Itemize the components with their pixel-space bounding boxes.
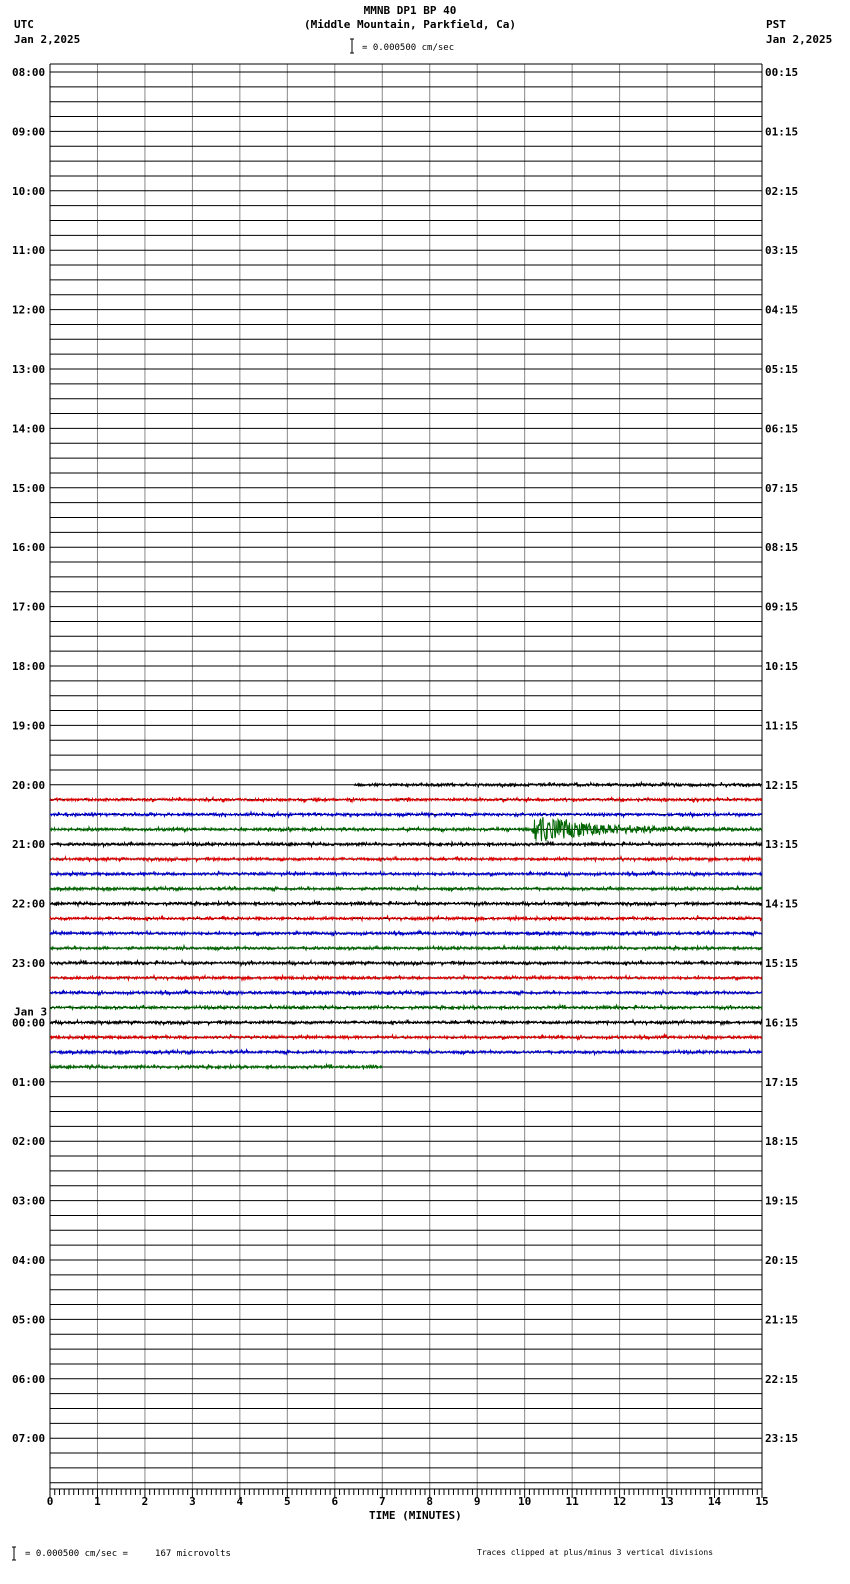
- helicorder-plot: 08:00 09:00 10:00 11:00 12:00 13:00 14:00 15:00…: [12, 38, 798, 1561]
- pst-hour-label: 07:15: [765, 482, 798, 495]
- x-tick-label: 1: [94, 1495, 101, 1508]
- x-tick-label: 15: [755, 1495, 768, 1508]
- utc-hour-label: 13:00: [12, 363, 45, 376]
- pst-hour-label: 00:15: [765, 66, 798, 79]
- seismic-trace: [49, 1003, 763, 1011]
- pst-hour-label: 13:15: [765, 838, 798, 851]
- x-tick-label: 2: [142, 1495, 149, 1508]
- seismic-trace: [49, 1062, 383, 1071]
- seismic-trace: [49, 914, 763, 923]
- pst-hour-label: 21:15: [765, 1313, 798, 1326]
- utc-hour-label: 03:00: [12, 1195, 45, 1208]
- pst-hour-label: 15:15: [765, 957, 798, 970]
- utc-hour-label: 17:00: [12, 601, 45, 614]
- utc-hour-label: 08:00: [12, 66, 45, 79]
- utc-hour-label: 02:00: [12, 1135, 45, 1148]
- pst-hour-label: 08:15: [765, 541, 798, 554]
- pst-hour-label: 14:15: [765, 898, 798, 911]
- pst-hour-label: 23:15: [765, 1432, 798, 1445]
- pst-hour-label: 06:15: [765, 422, 798, 435]
- pst-hour-label: 18:15: [765, 1135, 798, 1148]
- scale-bar-icon: [350, 38, 354, 54]
- utc-hour-label: 20:00: [12, 779, 45, 792]
- seismic-trace: [49, 1032, 763, 1042]
- pst-hour-label: 22:15: [765, 1373, 798, 1386]
- seismic-trace: [49, 1047, 763, 1057]
- x-tick-label: 14: [708, 1495, 722, 1508]
- seismic-trace: [49, 958, 763, 968]
- pst-hour-label: 09:15: [765, 601, 798, 614]
- seismic-trace: [353, 780, 763, 789]
- x-tick-label: 6: [331, 1495, 338, 1508]
- x-tick-label: 0: [47, 1495, 54, 1508]
- x-tick-label: 8: [426, 1495, 433, 1508]
- x-tick-label: 12: [613, 1495, 626, 1508]
- date-change-label: Jan 3: [14, 1005, 47, 1018]
- pst-hour-label: 11:15: [765, 719, 798, 732]
- pst-hour-label: 19:15: [765, 1195, 798, 1208]
- pst-hour-label: 10:15: [765, 660, 798, 673]
- x-tick-label: 3: [189, 1495, 196, 1508]
- utc-hour-label: 10:00: [12, 185, 45, 198]
- seismic-trace: [49, 988, 763, 997]
- utc-hour-label: 11:00: [12, 244, 45, 257]
- pst-hour-label: 17:15: [765, 1076, 798, 1089]
- seismic-trace: [49, 810, 763, 819]
- utc-hour-label: 01:00: [12, 1076, 45, 1089]
- pst-hour-label: 01:15: [765, 125, 798, 138]
- utc-hour-label: 07:00: [12, 1432, 45, 1445]
- utc-hour-label: 06:00: [12, 1373, 45, 1386]
- x-tick-label: 13: [660, 1495, 673, 1508]
- utc-hour-label: 19:00: [12, 719, 45, 732]
- footer-scale-bar-icon: [12, 1546, 16, 1561]
- seismic-trace: [49, 973, 763, 982]
- x-tick-label: 5: [284, 1495, 291, 1508]
- utc-hour-label: 18:00: [12, 660, 45, 673]
- seismic-trace: [49, 795, 763, 804]
- utc-hour-label: 05:00: [12, 1313, 45, 1326]
- utc-hour-label: 04:00: [12, 1254, 45, 1267]
- utc-hour-label: 16:00: [12, 541, 45, 554]
- utc-hour-label: 21:00: [12, 838, 45, 851]
- utc-hour-label: 12:00: [12, 304, 45, 317]
- x-tick-label: 4: [237, 1495, 244, 1508]
- seismic-trace: [49, 869, 763, 878]
- x-tick-label: 11: [566, 1495, 580, 1508]
- pst-hour-label: 12:15: [765, 779, 798, 792]
- x-tick-label: 10: [518, 1495, 531, 1508]
- x-tick-label: 7: [379, 1495, 386, 1508]
- utc-hour-label: 22:00: [12, 898, 45, 911]
- pst-hour-label: 04:15: [765, 304, 798, 317]
- seismic-trace: [49, 854, 763, 864]
- utc-hour-label: 14:00: [12, 422, 45, 435]
- x-tick-label: 9: [474, 1495, 481, 1508]
- pst-hour-label: 02:15: [765, 185, 798, 198]
- utc-hour-label: 23:00: [12, 957, 45, 970]
- utc-hour-label: 15:00: [12, 482, 45, 495]
- seismic-trace: [49, 899, 763, 909]
- utc-hour-label: 09:00: [12, 125, 45, 138]
- pst-hour-label: 16:15: [765, 1016, 798, 1029]
- pst-hour-label: 20:15: [765, 1254, 798, 1267]
- pst-hour-label: 03:15: [765, 244, 798, 257]
- pst-hour-label: 05:15: [765, 363, 798, 376]
